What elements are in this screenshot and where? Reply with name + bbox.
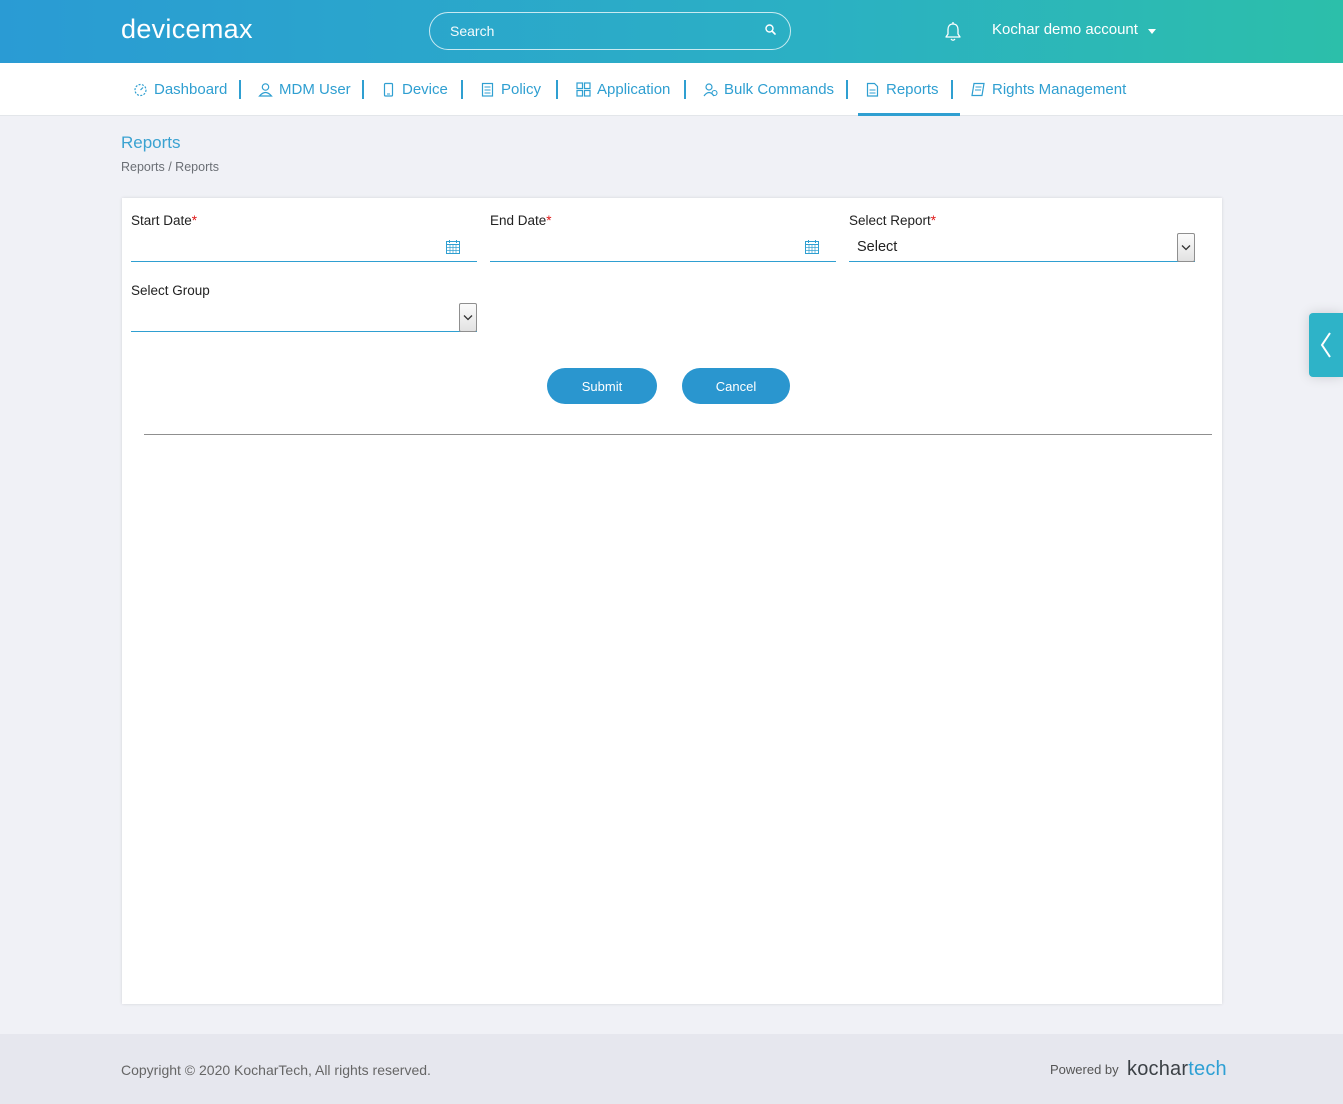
nav-item-reports[interactable]: Reports xyxy=(865,63,939,116)
brand-part1: kochar xyxy=(1127,1058,1189,1080)
nav-divider xyxy=(461,80,463,99)
end-date-field[interactable] xyxy=(490,233,836,262)
nav-label-reports: Reports xyxy=(886,81,939,98)
nav-divider xyxy=(846,80,848,99)
dashboard-icon xyxy=(134,83,147,97)
nav-item-rights-management[interactable]: Rights Management xyxy=(971,63,1126,116)
nav-label-application: Application xyxy=(597,81,671,98)
nav-item-mdm-user[interactable]: MDM User xyxy=(258,63,351,116)
application-icon xyxy=(576,82,591,97)
nav-label-bulk-commands: Bulk Commands xyxy=(724,81,835,98)
nav-divider xyxy=(951,80,953,99)
account-name: Kochar demo account xyxy=(992,21,1138,38)
nav-item-bulk-commands[interactable]: Bulk Commands xyxy=(703,63,834,116)
select-report-value: Select xyxy=(857,239,898,255)
select-group-dropdown[interactable] xyxy=(131,303,477,332)
nav-divider xyxy=(239,80,241,99)
dropdown-arrow[interactable] xyxy=(1177,233,1195,262)
select-report-dropdown[interactable]: Select xyxy=(849,233,1195,262)
submit-button[interactable]: Submit xyxy=(547,368,657,404)
nav-item-application[interactable]: Application xyxy=(576,63,670,116)
select-report-label: Select Report* xyxy=(849,213,936,228)
calendar-icon[interactable] xyxy=(804,239,820,255)
nav-label-policy: Policy xyxy=(501,81,542,98)
required-marker: * xyxy=(191,213,198,228)
nav-item-dashboard[interactable]: Dashboard xyxy=(133,63,227,116)
calendar-icon[interactable] xyxy=(445,239,461,255)
end-date-label: End Date* xyxy=(490,213,552,228)
search-icon[interactable] xyxy=(763,22,779,38)
reports-icon xyxy=(866,82,879,97)
account-menu[interactable]: Kochar demo account xyxy=(992,21,1156,38)
end-date-input[interactable] xyxy=(490,233,836,261)
chevron-left-icon xyxy=(1320,332,1331,358)
nav-active-indicator xyxy=(858,113,960,116)
top-header: devicemax Kochar demo account xyxy=(0,0,1343,63)
cancel-button[interactable]: Cancel xyxy=(682,368,790,404)
user-icon xyxy=(258,83,273,97)
nav-divider xyxy=(362,80,364,99)
required-marker: * xyxy=(546,213,552,228)
section-divider xyxy=(144,434,1212,435)
rights-management-icon xyxy=(971,82,985,97)
powered-by-text: Powered by xyxy=(1050,1062,1119,1077)
select-report-label-text: Select Report xyxy=(849,213,931,228)
notification-bell-icon[interactable] xyxy=(943,21,963,43)
nav-divider xyxy=(556,80,558,99)
main-nav: Dashboard MDM User Device Policy Applica… xyxy=(0,63,1343,116)
start-date-field[interactable] xyxy=(131,233,477,262)
end-date-label-text: End Date xyxy=(490,213,547,228)
page-title: Reports xyxy=(121,133,181,152)
nav-divider xyxy=(684,80,686,99)
nav-item-device[interactable]: Device xyxy=(381,63,448,116)
report-form-card: Start Date* End Date* Select Report* Sel… xyxy=(122,198,1222,1004)
device-icon xyxy=(383,82,394,97)
nav-label-device: Device xyxy=(402,81,448,98)
brand-part2: tech xyxy=(1188,1058,1227,1080)
chevron-down-icon xyxy=(463,315,473,321)
start-date-label: Start Date* xyxy=(131,213,197,228)
nav-label-rights-management: Rights Management xyxy=(992,81,1127,98)
footer: Copyright © 2020 KocharTech, All rights … xyxy=(0,1034,1343,1104)
dropdown-arrow[interactable] xyxy=(459,303,477,332)
copyright-text: Copyright © 2020 KocharTech, All rights … xyxy=(121,1062,431,1078)
side-panel-toggle[interactable] xyxy=(1309,313,1343,377)
search-input[interactable] xyxy=(430,13,750,49)
select-group-label: Select Group xyxy=(131,283,210,298)
breadcrumb: Reports / Reports xyxy=(121,160,219,174)
chevron-down-icon xyxy=(1181,245,1191,251)
devicemax-logo[interactable]: devicemax xyxy=(121,14,253,45)
nav-label-mdm-user: MDM User xyxy=(279,81,351,98)
required-marker: * xyxy=(930,213,937,228)
nav-item-policy[interactable]: Policy xyxy=(480,63,541,116)
nav-label-dashboard: Dashboard xyxy=(154,81,228,98)
policy-icon xyxy=(481,82,494,97)
bulk-commands-icon xyxy=(703,83,718,97)
start-date-input[interactable] xyxy=(131,233,477,261)
caret-down-icon xyxy=(1147,28,1156,34)
search-box[interactable] xyxy=(429,12,791,50)
start-date-label-text: Start Date xyxy=(131,213,192,228)
kochartech-logo[interactable]: kochartech xyxy=(1127,1058,1227,1081)
